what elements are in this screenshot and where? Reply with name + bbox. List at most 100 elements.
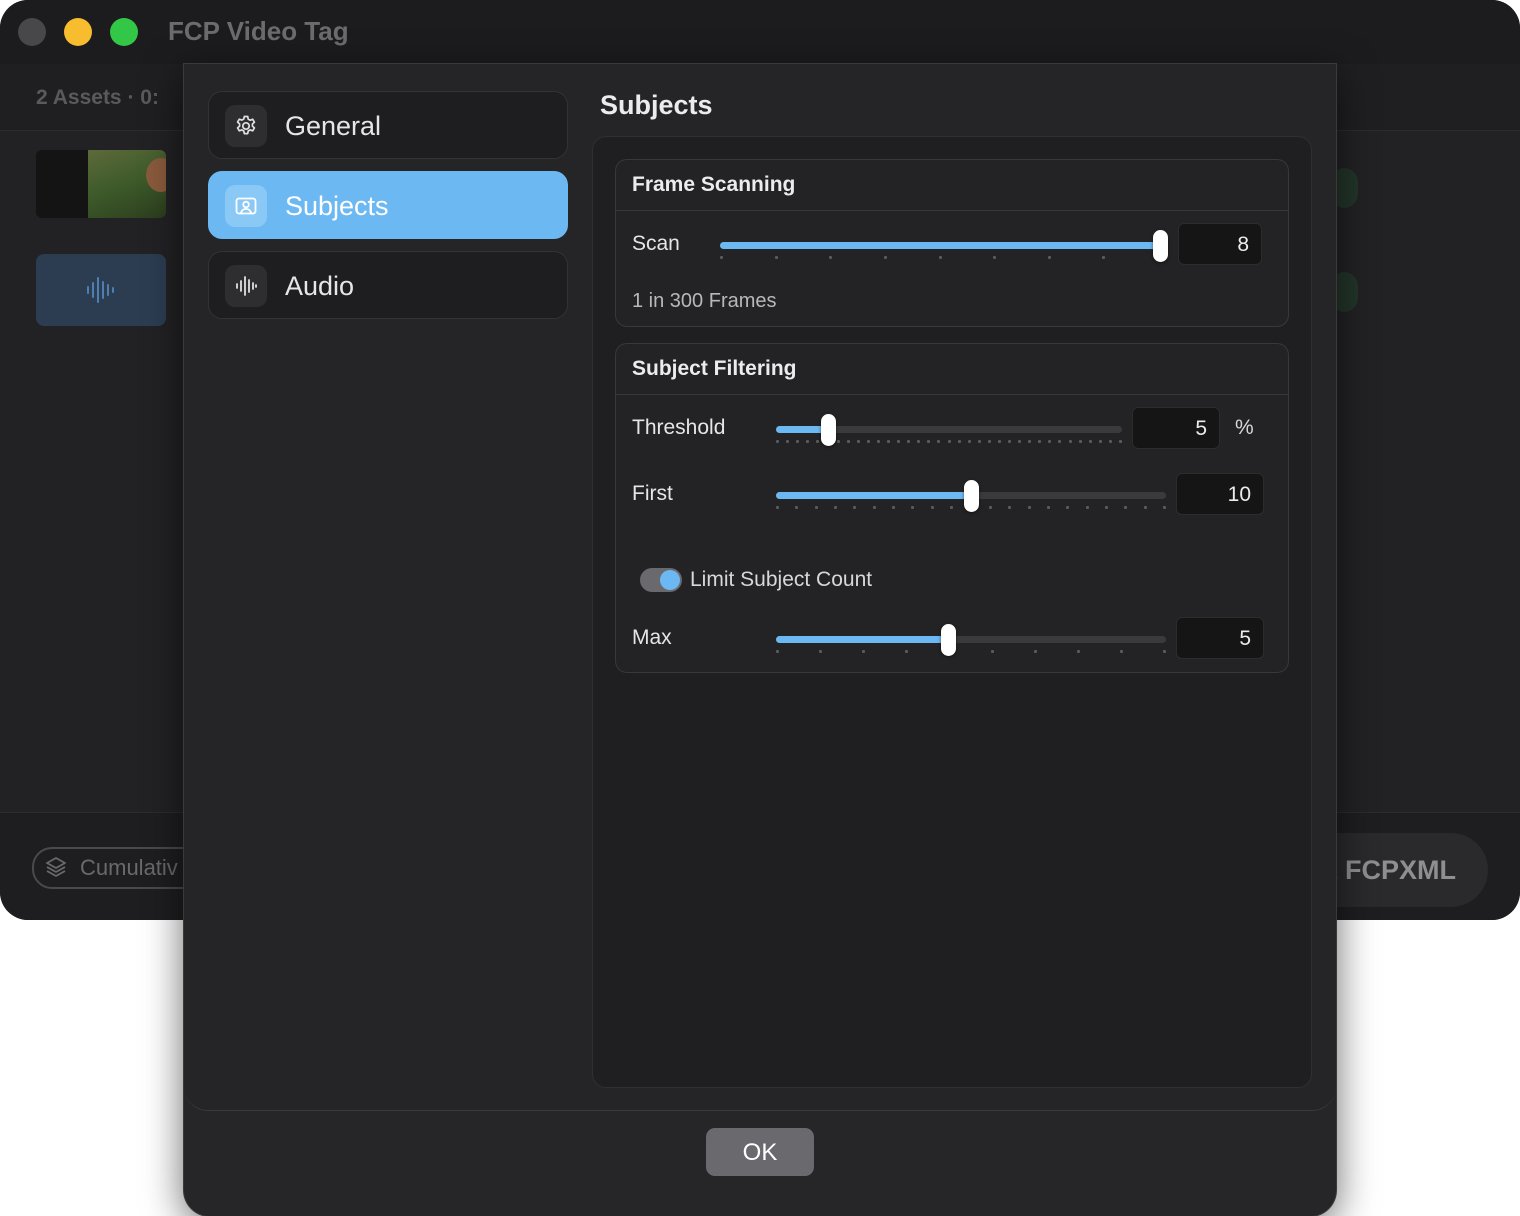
slider-tick: [1018, 440, 1022, 443]
max-slider-thumb[interactable]: [940, 624, 956, 656]
slider-tick: [1008, 440, 1012, 443]
assets-count: 2 Assets · 0:: [36, 86, 159, 109]
slider-tick: [1068, 440, 1072, 443]
slider-tick: [1046, 506, 1050, 509]
slider-tick: [991, 650, 994, 653]
asset-thumbnail-video[interactable]: [36, 150, 166, 218]
scan-label: Scan: [632, 232, 680, 255]
scan-value-field[interactable]: 8: [1178, 223, 1262, 265]
slider-tick: [977, 440, 981, 443]
threshold-value: 5: [1195, 417, 1207, 440]
slider-tick: [1104, 506, 1108, 509]
max-label: Max: [632, 626, 672, 649]
slider-tick: [1028, 440, 1032, 443]
slider-tick: [957, 440, 961, 443]
traffic-minimize-icon[interactable]: [64, 18, 92, 46]
slider-tick: [776, 440, 779, 443]
slider-tick: [1098, 440, 1102, 443]
gear-icon: [225, 105, 267, 147]
first-label: First: [632, 482, 673, 505]
threshold-label: Threshold: [632, 416, 726, 439]
waveform-icon: [84, 274, 116, 311]
slider-tick: [987, 440, 991, 443]
first-value: 10: [1227, 483, 1251, 506]
slider-tick: [1120, 650, 1123, 653]
slider-tick: [1163, 650, 1166, 653]
ok-label: OK: [742, 1139, 778, 1166]
asset-thumbnail-audio[interactable]: [36, 254, 166, 326]
ok-button[interactable]: OK: [706, 1128, 814, 1176]
slider-tick: [1078, 440, 1082, 443]
slider-tick: [967, 440, 971, 443]
slider-tick: [1048, 440, 1052, 443]
threshold-unit: %: [1235, 416, 1254, 439]
layers-icon: [44, 855, 68, 884]
threshold-slider-thumb[interactable]: [820, 414, 836, 446]
slider-tick: [1034, 650, 1037, 653]
slider-tick: [819, 650, 822, 653]
first-slider[interactable]: [776, 480, 1166, 512]
waveform-icon: [225, 265, 267, 307]
group-title: Subject Filtering: [632, 357, 797, 380]
slider-tick: [846, 440, 850, 443]
slider-tick: [883, 256, 887, 259]
person-frame-icon: [225, 185, 267, 227]
settings-panel: Frame Scanning Scan 8 1 in 300 Frames Su…: [592, 136, 1312, 1088]
slider-tick: [796, 440, 800, 443]
group-header: Subject Filtering: [616, 344, 1288, 395]
slider-tick: [1143, 506, 1147, 509]
slider-tick: [774, 256, 778, 259]
slider-tick: [927, 440, 931, 443]
app-title: FCP Video Tag: [168, 16, 349, 46]
slider-tick: [1066, 506, 1070, 509]
slider-tick: [1085, 506, 1089, 509]
limit-subject-count-toggle[interactable]: [640, 568, 682, 592]
scan-slider[interactable]: [720, 230, 1168, 262]
scan-caption: 1 in 300 Frames: [632, 290, 777, 312]
subject-filtering-group: Subject Filtering Threshold 5 % First 10…: [615, 343, 1289, 673]
slider-tick: [1102, 256, 1106, 259]
export-label: t FCPXML: [1328, 855, 1457, 885]
slider-tick: [816, 440, 820, 443]
slider-tick: [872, 506, 876, 509]
slider-tick: [892, 506, 896, 509]
sidebar-item-audio[interactable]: Audio: [208, 251, 568, 319]
slider-tick: [866, 440, 870, 443]
slider-tick: [997, 440, 1001, 443]
slider-tick: [988, 506, 992, 509]
first-value-field[interactable]: 10: [1176, 473, 1264, 515]
first-slider-thumb[interactable]: [964, 480, 979, 512]
sidebar-item-general[interactable]: General: [208, 91, 568, 159]
slider-tick: [856, 440, 860, 443]
slider-tick: [795, 506, 799, 509]
slider-tick: [1027, 506, 1031, 509]
traffic-maximize-icon[interactable]: [110, 18, 138, 46]
slider-tick: [917, 440, 921, 443]
slider-tick: [836, 440, 840, 443]
title-bar: FCP Video Tag: [0, 0, 1520, 64]
scan-slider-thumb[interactable]: [1153, 230, 1168, 262]
max-slider[interactable]: [776, 624, 1166, 656]
group-header: Frame Scanning: [616, 160, 1288, 211]
slider-tick: [907, 440, 911, 443]
slider-tick: [1124, 506, 1128, 509]
threshold-slider[interactable]: [776, 414, 1122, 446]
slider-tick: [1058, 440, 1062, 443]
sidebar-item-subjects[interactable]: Subjects: [208, 171, 568, 239]
slider-tick: [1077, 650, 1080, 653]
slider-tick: [886, 440, 890, 443]
slider-tick: [829, 256, 833, 259]
threshold-value-field[interactable]: 5: [1132, 407, 1220, 449]
slider-tick: [1008, 506, 1012, 509]
settings-body: General Subjects Audio Subjects Frame Sc…: [184, 64, 1336, 1111]
slider-tick: [911, 506, 915, 509]
slider-tick: [876, 440, 880, 443]
max-value-field[interactable]: 5: [1176, 617, 1264, 659]
traffic-close-icon[interactable]: [18, 18, 46, 46]
slider-tick: [776, 650, 779, 653]
slider-tick: [834, 506, 838, 509]
group-title: Frame Scanning: [632, 173, 796, 196]
cumulative-label: Cumulativ: [80, 855, 178, 880]
slider-tick: [1047, 256, 1051, 259]
slider-tick: [862, 650, 865, 653]
